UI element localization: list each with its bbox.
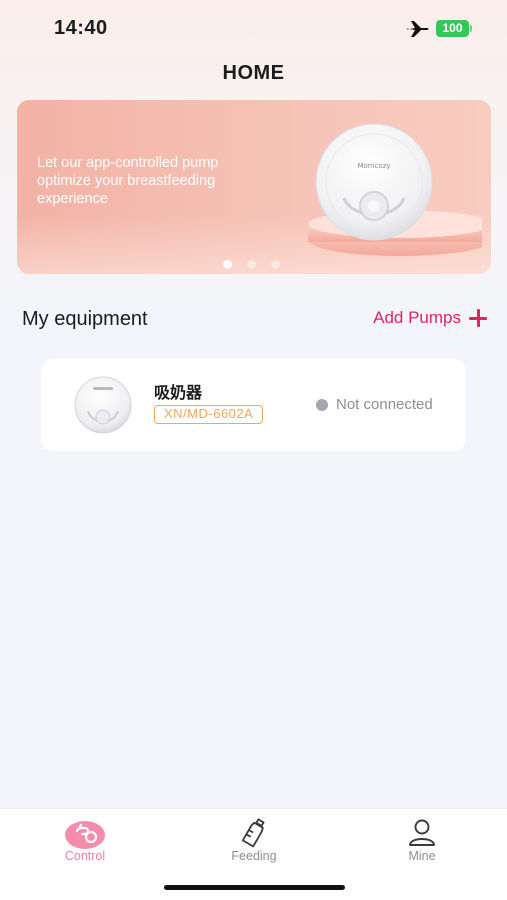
tab-mine-label: Mine bbox=[408, 849, 436, 863]
tab-mine[interactable]: Mine bbox=[362, 809, 482, 869]
carousel-dots[interactable] bbox=[223, 260, 293, 270]
add-pumps-button[interactable]: Add Pumps bbox=[373, 308, 487, 328]
plus-icon bbox=[469, 309, 487, 327]
carousel-dot-3[interactable] bbox=[271, 260, 280, 269]
tab-control-label: Control bbox=[64, 849, 106, 863]
tab-feeding[interactable]: Feeding bbox=[194, 809, 314, 869]
device-image bbox=[74, 376, 132, 434]
status-dot-icon bbox=[316, 398, 328, 411]
battery-icon: 100 bbox=[436, 20, 472, 37]
device-status-label: Not connected bbox=[336, 396, 433, 413]
device-card[interactable]: 吸奶器 XN/MD-6602A Not connected bbox=[41, 359, 466, 451]
device-status: Not connected bbox=[316, 396, 433, 413]
status-bar: 14:40 100 bbox=[0, 0, 507, 56]
banner-product-brand: Momcozy bbox=[357, 162, 390, 170]
tab-control[interactable]: Control bbox=[25, 809, 145, 869]
status-time: 14:40 bbox=[54, 17, 108, 39]
device-name: 吸奶器 bbox=[154, 385, 203, 402]
add-pumps-label: Add Pumps bbox=[373, 308, 461, 327]
tab-feeding-label: Feeding bbox=[231, 849, 277, 863]
breast-pump-image: Momcozy bbox=[308, 123, 482, 256]
carousel-dot-1[interactable] bbox=[223, 260, 232, 269]
banner-text: Let our app-controlled pump optimize you… bbox=[37, 155, 219, 207]
promo-banner[interactable]: Let our app-controlled pump optimize you… bbox=[17, 100, 491, 274]
airplane-mode-icon bbox=[407, 21, 429, 37]
device-model-tag: XN/MD-6602A bbox=[154, 405, 264, 424]
page-title: HOME bbox=[222, 62, 285, 84]
user-icon bbox=[409, 819, 435, 846]
section-title: My equipment bbox=[22, 308, 148, 330]
bottle-icon bbox=[241, 818, 265, 848]
home-indicator[interactable] bbox=[164, 885, 345, 890]
control-icon bbox=[65, 821, 105, 849]
carousel-dot-2[interactable] bbox=[247, 260, 256, 269]
battery-level: 100 bbox=[442, 21, 463, 35]
